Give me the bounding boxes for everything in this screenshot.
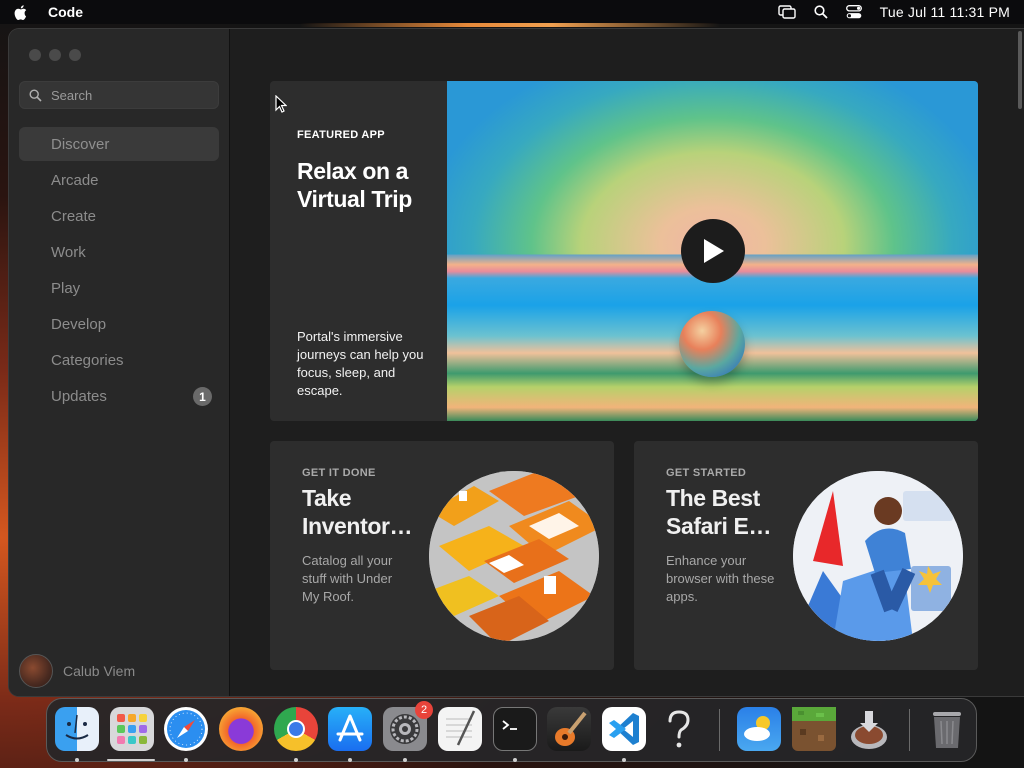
textedit-icon[interactable] [438, 707, 482, 751]
isometric-rooms-artwork [429, 471, 599, 641]
finder-icon[interactable] [55, 707, 99, 751]
dock: 2 [46, 698, 977, 762]
launchpad-icon[interactable] [110, 707, 154, 751]
card-eyebrow: GET IT DONE [302, 467, 376, 479]
updates-count-badge: 1 [193, 387, 212, 406]
featured-text: FEATURED APP Relax on a Virtual Trip Por… [297, 81, 447, 421]
account-button[interactable]: Calub Viem [19, 654, 135, 688]
sidebar-item-label: Discover [51, 135, 110, 153]
featured-eyebrow: FEATURED APP [297, 129, 385, 141]
terminal-icon[interactable] [493, 707, 537, 751]
launchpad-indicator [107, 759, 155, 761]
dock-separator [719, 709, 720, 751]
help-icon[interactable] [657, 707, 701, 751]
sidebar-item-discover[interactable]: Discover [19, 127, 219, 161]
running-indicator [184, 758, 188, 762]
app-store-window: Search Discover Arcade Create Work Play … [9, 29, 1024, 696]
firefox-icon[interactable] [219, 707, 263, 751]
running-indicator [513, 758, 517, 762]
close-window-button[interactable] [29, 49, 41, 61]
avatar [19, 654, 53, 688]
trash-icon[interactable] [925, 707, 969, 751]
settings-notification-badge: 2 [415, 701, 433, 719]
card-text: GET IT DONE Take Inventor… Catalog all y… [302, 467, 422, 606]
sidebar-item-updates[interactable]: Updates 1 [19, 379, 219, 413]
dock-separator [909, 709, 910, 751]
featured-video-thumbnail[interactable] [447, 81, 978, 421]
inventory-story-card[interactable]: GET IT DONE Take Inventor… Catalog all y… [270, 441, 614, 670]
sidebar-item-label: Updates [51, 387, 107, 405]
sidebar-item-label: Arcade [51, 171, 99, 189]
vscode-icon[interactable] [602, 707, 646, 751]
card-description: Enhance your browser with these apps. [666, 553, 775, 604]
minimize-window-button[interactable] [49, 49, 61, 61]
sidebar-item-arcade[interactable]: Arcade [19, 163, 219, 197]
card-text: GET STARTED The Best Safari E… Enhance y… [666, 467, 786, 606]
safari-explorer-artwork [793, 471, 963, 641]
app-store-icon[interactable] [328, 707, 372, 751]
user-name: Calub Viem [63, 663, 136, 679]
mouse-pointer-icon [275, 95, 287, 113]
play-button[interactable] [681, 219, 745, 283]
sidebar-item-label: Play [51, 279, 81, 297]
disk-utility-icon[interactable] [847, 707, 891, 751]
safari-extensions-story-card[interactable]: GET STARTED The Best Safari E… Enhance y… [634, 441, 978, 670]
sidebar-item-categories[interactable]: Categories [19, 343, 219, 377]
running-indicator [622, 758, 626, 762]
zoom-window-button[interactable] [69, 49, 81, 61]
menu-clock[interactable]: Tue Jul 11 11:31 PM [880, 4, 1010, 20]
spotlight-search-icon[interactable] [814, 5, 828, 19]
sidebar-item-play[interactable]: Play [19, 271, 219, 305]
weather-icon[interactable] [737, 707, 781, 751]
orb-artwork [679, 311, 745, 377]
running-indicator [403, 758, 407, 762]
card-title: Take Inventor… [302, 484, 422, 540]
sidebar-item-create[interactable]: Create [19, 199, 219, 233]
sidebar-item-work[interactable]: Work [19, 235, 219, 269]
minecraft-icon[interactable] [792, 707, 836, 751]
scrollbar[interactable] [1018, 31, 1022, 109]
wallpaper-glow [300, 23, 720, 27]
card-title-line: The Best [666, 485, 760, 511]
app-name-menu[interactable]: Code [48, 4, 83, 20]
search-placeholder: Search [51, 87, 93, 103]
sidebar-item-label: Categories [51, 351, 124, 369]
featured-description: Portal's immersive journeys can help you… [297, 329, 424, 398]
search-icon [29, 88, 42, 102]
screen-mirroring-icon[interactable] [777, 5, 796, 19]
sidebar-item-label: Work [51, 243, 86, 261]
card-title: The Best Safari E… [666, 484, 786, 540]
card-title-line: Take [302, 485, 352, 511]
card-eyebrow: GET STARTED [666, 467, 747, 479]
chrome-icon[interactable] [274, 707, 318, 751]
system-settings-icon[interactable]: 2 [383, 701, 433, 751]
menu-bar: Code Tue Jul 11 11:31 PM [0, 0, 1024, 24]
search-field[interactable]: Search [19, 81, 219, 109]
sidebar-item-label: Develop [51, 315, 107, 333]
featured-title: Relax on a Virtual Trip [297, 158, 412, 212]
discover-content: FEATURED APP Relax on a Virtual Trip Por… [231, 29, 1024, 696]
sidebar-item-develop[interactable]: Develop [19, 307, 219, 341]
sidebar-nav: Discover Arcade Create Work Play Develop… [19, 127, 219, 415]
running-indicator [294, 758, 298, 762]
safari-icon[interactable] [164, 707, 208, 751]
window-controls [29, 49, 81, 61]
sidebar: Search Discover Arcade Create Work Play … [9, 29, 230, 696]
running-indicator [75, 758, 79, 762]
play-icon [704, 239, 724, 263]
control-center-icon[interactable] [845, 5, 862, 19]
card-title-line: Safari E… [666, 513, 772, 539]
featured-app-card[interactable]: FEATURED APP Relax on a Virtual Trip Por… [270, 81, 978, 421]
garageband-icon[interactable] [547, 707, 591, 751]
running-indicator [348, 758, 352, 762]
sidebar-item-label: Create [51, 207, 97, 225]
card-description: Catalog all your stuff with Under My Roo… [302, 553, 393, 604]
apple-menu-icon[interactable] [14, 4, 28, 20]
card-title-line: Inventor… [302, 513, 413, 539]
